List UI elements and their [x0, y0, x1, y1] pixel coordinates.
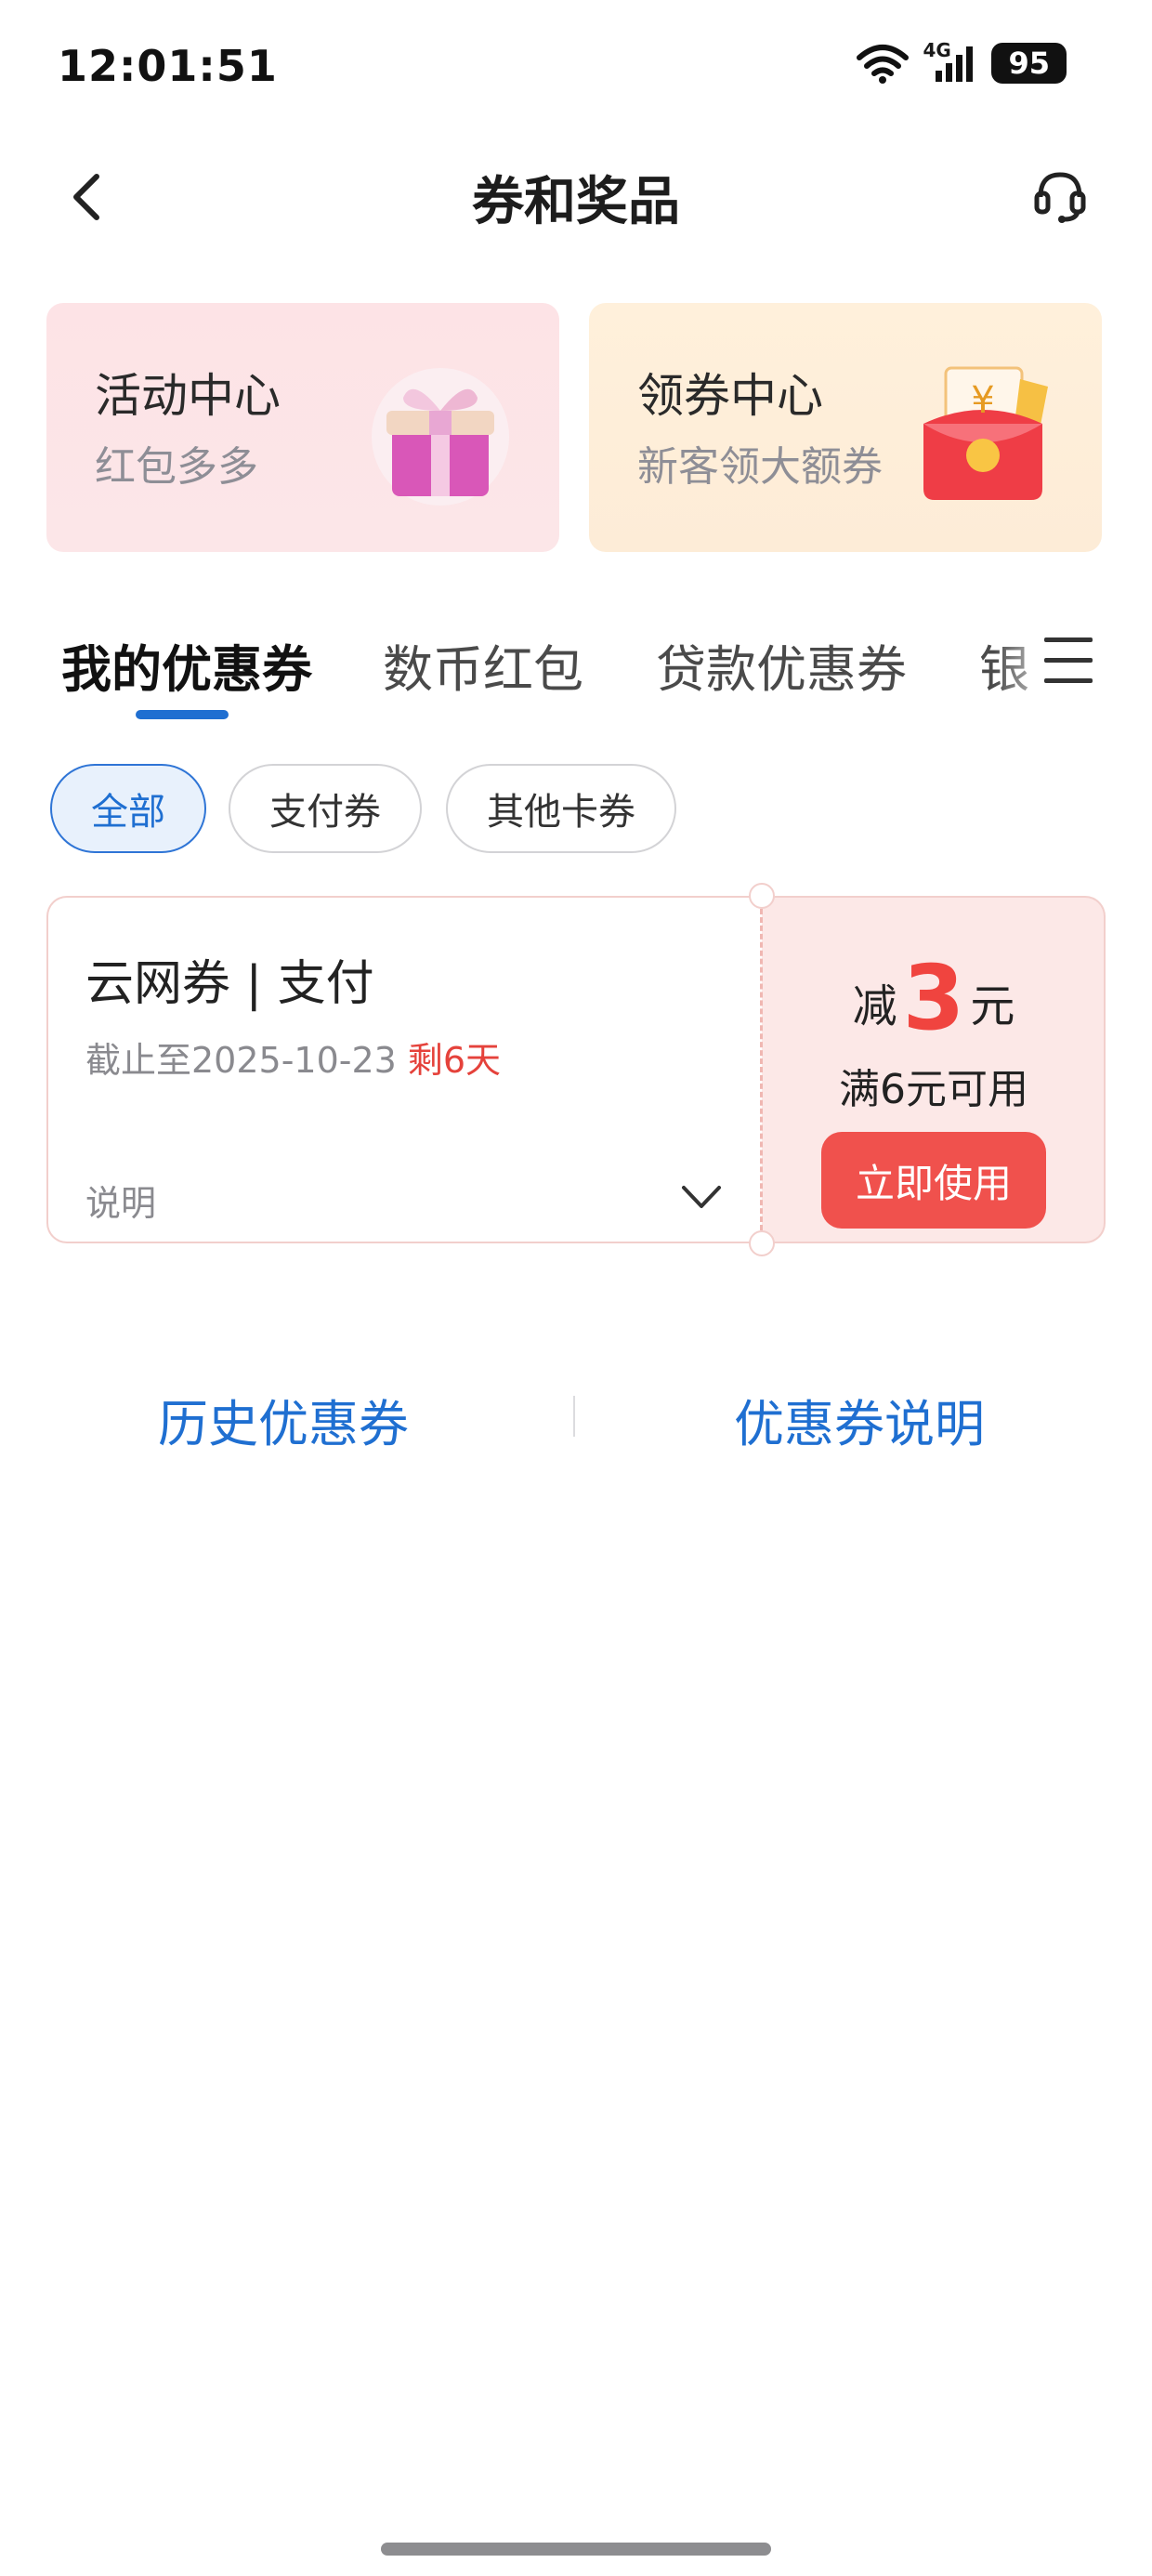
home-indicator[interactable] — [381, 2543, 771, 2556]
link-separator — [573, 1396, 575, 1437]
coupon-deadline: 截止至2025-10-23 — [85, 1040, 397, 1081]
active-tab-indicator — [136, 710, 229, 719]
coupon-notch-top — [749, 883, 775, 909]
filter-payment-coupons[interactable]: 支付券 — [229, 764, 422, 853]
tab-my-coupons[interactable]: 我的优惠券 — [61, 628, 312, 702]
activity-center-title: 活动中心 — [95, 369, 281, 423]
coupon-unit: 元 — [970, 980, 1015, 1032]
battery-icon: 95 — [991, 43, 1067, 84]
coupon-amount-row: 减3 元 — [762, 946, 1106, 1050]
coupon-explanation-link[interactable]: 优惠券说明 — [734, 1383, 985, 1456]
filter-all[interactable]: 全部 — [50, 764, 206, 853]
wifi-icon — [857, 45, 910, 84]
tab-menu-button[interactable] — [1041, 632, 1096, 690]
activity-center-subtitle: 红包多多 — [95, 443, 258, 491]
headset-icon — [1034, 172, 1086, 223]
customer-service-button[interactable] — [1031, 167, 1089, 225]
status-icons: 4G 95 — [856, 39, 1067, 84]
coupon-name: 云网券 | 支付 — [85, 956, 374, 1012]
coupon-condition: 满6元可用 — [839, 1066, 1028, 1113]
coupon-note-toggle[interactable]: 说明 — [85, 1175, 156, 1226]
page-title: 券和奖品 — [472, 172, 680, 232]
coupon-center-card[interactable]: 领券中心 新客领大额券 ¥ — [589, 303, 1102, 552]
coupon-center-title: 领券中心 — [637, 369, 823, 423]
expand-note-button[interactable] — [678, 1178, 725, 1216]
coupon-notch-bottom — [749, 1230, 775, 1256]
coupon-amount: 3 — [902, 946, 965, 1050]
coupon-center-subtitle: 新客领大额券 — [637, 443, 883, 491]
status-time: 12:01:51 — [58, 41, 278, 91]
coupon-remaining-days: 剩6天 — [407, 1040, 502, 1081]
red-envelope-icon: ¥ — [923, 366, 1048, 500]
coupon-deadline-row: 截止至2025-10-23 剩6天 — [85, 1032, 501, 1083]
tab-digital-red-packets[interactable]: 数币红包 — [383, 628, 583, 702]
activity-center-card[interactable]: 活动中心 红包多多 — [46, 303, 559, 552]
use-now-button[interactable]: 立即使用 — [821, 1132, 1046, 1229]
cellular-signal-icon: 4G — [923, 39, 978, 84]
coupon-prefix: 减 — [852, 980, 897, 1032]
svg-text:¥: ¥ — [971, 379, 994, 422]
menu-icon — [1044, 637, 1093, 683]
tab-loan-coupons[interactable]: 贷款优惠券 — [656, 628, 907, 702]
filter-other-cards[interactable]: 其他卡券 — [446, 764, 676, 853]
history-coupons-link[interactable]: 历史优惠券 — [158, 1383, 409, 1456]
gift-box-icon — [372, 368, 509, 506]
chevron-down-icon — [682, 1186, 721, 1208]
